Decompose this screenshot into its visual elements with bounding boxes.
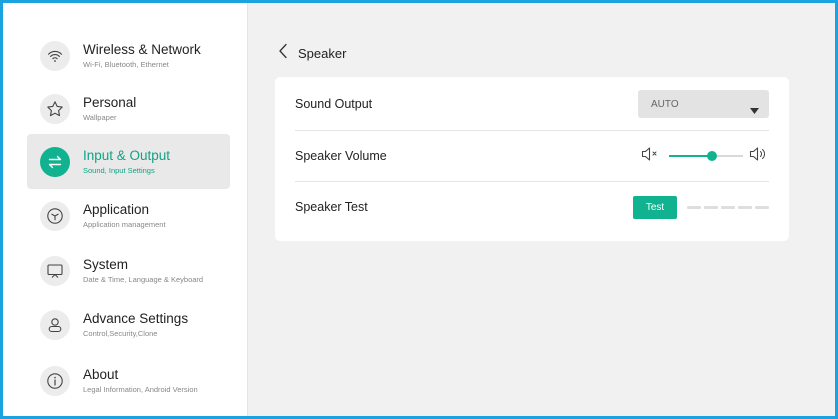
wifi-icon	[40, 40, 70, 71]
sound-output-row: Sound Output AUTO	[295, 79, 769, 129]
sidebar-item-title: About	[83, 366, 119, 382]
volume-control	[641, 146, 769, 166]
slider-thumb[interactable]	[706, 151, 717, 161]
level-segment	[704, 206, 718, 209]
user-icon	[40, 309, 70, 340]
sidebar-item-wireless-network[interactable]: Wireless & Network Wi-Fi, Bluetooth, Eth…	[27, 28, 230, 83]
sidebar-item-application[interactable]: Application Application management	[27, 188, 230, 243]
star-icon	[40, 93, 70, 124]
back-header[interactable]: Speaker	[278, 43, 346, 64]
sidebar: Wireless & Network Wi-Fi, Bluetooth, Eth…	[3, 3, 248, 416]
sidebar-item-title: Input & Output	[83, 147, 171, 163]
level-segment	[755, 206, 769, 209]
sound-output-value: AUTO	[651, 98, 679, 110]
level-segment	[738, 206, 752, 209]
slider-fill	[669, 155, 712, 157]
sidebar-item-subtitle: Control,Security,Clone	[83, 328, 158, 338]
sound-output-select[interactable]: AUTO	[638, 90, 769, 118]
level-segment	[687, 206, 701, 209]
volume-mute-icon[interactable]	[641, 146, 663, 167]
sidebar-item-subtitle: Sound, Input Settings	[83, 165, 155, 175]
sidebar-item-title: Wireless & Network	[83, 41, 201, 57]
level-segment	[721, 206, 735, 209]
sound-output-label: Sound Output	[295, 97, 373, 111]
volume-slider[interactable]	[669, 146, 743, 166]
sidebar-item-personal[interactable]: Personal Wallpaper	[27, 81, 230, 136]
sidebar-item-title: Application	[83, 201, 150, 217]
cube-icon	[40, 200, 70, 231]
sidebar-item-title: System	[83, 256, 129, 272]
caret-down-icon	[750, 101, 759, 119]
sidebar-item-subtitle: Wi-Fi, Bluetooth, Ethernet	[83, 59, 169, 69]
page-title: Speaker	[298, 46, 347, 61]
sidebar-item-subtitle: Date & Time, Language & Keyboard	[83, 274, 204, 284]
info-icon	[40, 365, 70, 396]
volume-up-icon[interactable]	[749, 146, 769, 167]
sidebar-item-subtitle: Application management	[83, 219, 166, 229]
speaker-settings-card: Sound Output AUTO Speaker Volume Speaker…	[275, 77, 789, 241]
main-panel: Speaker Sound Output AUTO Speaker Volume	[248, 3, 835, 416]
sidebar-item-advance-settings[interactable]: Advance Settings Control,Security,Clone	[27, 297, 230, 352]
sidebar-item-input-output[interactable]: Input & Output Sound, Input Settings	[27, 134, 230, 189]
settings-window: Wireless & Network Wi-Fi, Bluetooth, Eth…	[0, 0, 838, 419]
speaker-test-label: Speaker Test	[295, 200, 368, 214]
sidebar-item-title: Personal	[83, 94, 137, 110]
speaker-test-row: Speaker Test Test	[295, 181, 769, 232]
speaker-volume-row: Speaker Volume	[295, 130, 769, 181]
sidebar-item-subtitle: Legal Information, Android Version	[83, 384, 198, 394]
speaker-volume-label: Speaker Volume	[295, 149, 387, 163]
test-button[interactable]: Test	[633, 196, 677, 219]
sidebar-item-system[interactable]: System Date & Time, Language & Keyboard	[27, 243, 230, 298]
swap-arrows-icon	[40, 146, 70, 177]
monitor-icon	[40, 255, 70, 286]
chevron-left-icon[interactable]	[278, 43, 288, 64]
sidebar-item-subtitle: Wallpaper	[83, 112, 117, 122]
speaker-level-meter	[687, 206, 769, 209]
sidebar-item-title: Advance Settings	[83, 310, 189, 326]
sidebar-item-about[interactable]: About Legal Information, Android Version	[27, 353, 230, 408]
